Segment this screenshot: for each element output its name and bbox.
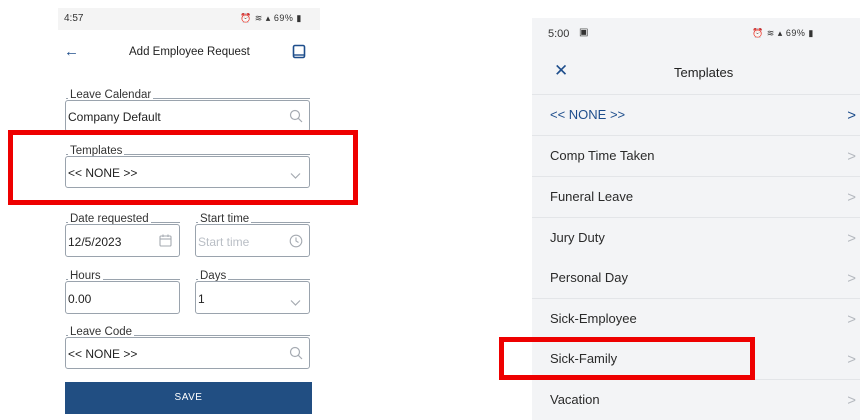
list-item[interactable]: Jury Duty > [532,218,860,259]
list-item-label: Comp Time Taken [550,148,655,163]
clock-icon[interactable] [289,234,303,253]
list-item[interactable]: << NONE >> > [532,95,860,136]
close-icon[interactable]: ✕ [554,61,568,81]
highlight-sick-family [499,337,755,380]
list-item-label: Funeral Leave [550,189,634,204]
wifi-icon: ≋ [254,13,263,23]
leave-calendar-value: Company Default [68,110,161,124]
chevron-right-icon: > [847,392,856,409]
right-status-icons: ⏰ ≋ ▴ 69% ▮ [752,28,814,39]
date-requested-value: 12/5/2023 [68,235,122,249]
leave-code-field[interactable]: << NONE >> [65,337,310,369]
days-select[interactable]: 1 [195,281,310,314]
right-status-time: 5:00 [548,28,570,40]
chevron-right-icon: > [847,270,856,287]
list-item[interactable]: Funeral Leave > [532,177,860,218]
list-item-label: Sick-Employee [550,311,637,326]
list-item-label: << NONE >> [550,107,626,122]
templates-title: Templates [674,65,734,80]
chevron-right-icon: > [847,189,856,206]
calendar-icon[interactable] [159,234,172,252]
battery-percent: 69% [273,13,294,23]
leave-calendar-field[interactable]: Company Default [65,100,310,132]
chevron-right-icon: > [847,351,856,368]
hours-value: 0.00 [68,292,92,306]
chevron-right-icon: > [847,230,856,247]
battery-percent: 69% [785,28,806,38]
start-time-placeholder: Start time [198,235,250,249]
chevron-right-icon: > [847,107,856,124]
list-item-label: Jury Duty [550,230,605,245]
alarm-icon: ⏰ [240,13,252,23]
list-item-label: Personal Day [550,270,629,285]
right-status-bar: 5:00 ▣ ⏰ ≋ ▴ 69% ▮ [532,18,860,50]
search-icon[interactable] [289,346,303,365]
list-item-label: Vacation [550,392,600,407]
signal-icon: ▴ [265,13,271,23]
chevron-right-icon: > [847,311,856,328]
back-arrow-icon[interactable]: ← [64,43,79,60]
left-status-bar: 4:57 ⏰ ≋ ▴ 69% ▮ [58,8,320,30]
days-value: 1 [198,292,205,306]
save-button[interactable]: SAVE [65,382,312,414]
list-item[interactable]: Comp Time Taken > [532,136,860,177]
highlight-templates [8,130,358,205]
start-time-field[interactable]: Start time [195,224,310,257]
book-icon[interactable] [292,44,306,65]
signal-icon: ▴ [777,28,783,38]
chevron-down-icon [290,294,301,312]
date-requested-field[interactable]: 12/5/2023 [65,224,180,257]
alarm-icon: ⏰ [752,28,764,38]
left-status-icons: ⏰ ≋ ▴ 69% ▮ [240,13,302,24]
right-header: ✕ Templates [532,50,860,95]
list-item[interactable]: Sick-Employee > [532,299,860,340]
battery-icon: ▮ [808,28,814,38]
list-item[interactable]: Personal Day > [532,258,860,299]
page-title: Add Employee Request [129,46,250,58]
search-icon[interactable] [289,109,303,128]
wifi-icon: ≋ [766,28,775,38]
image-icon: ▣ [579,27,589,38]
left-status-time: 4:57 [64,13,84,24]
battery-icon: ▮ [296,13,302,23]
chevron-right-icon: > [847,148,856,165]
leave-code-value: << NONE >> [68,347,138,361]
list-item[interactable]: Vacation > [532,380,860,420]
hours-field[interactable]: 0.00 [65,281,180,314]
